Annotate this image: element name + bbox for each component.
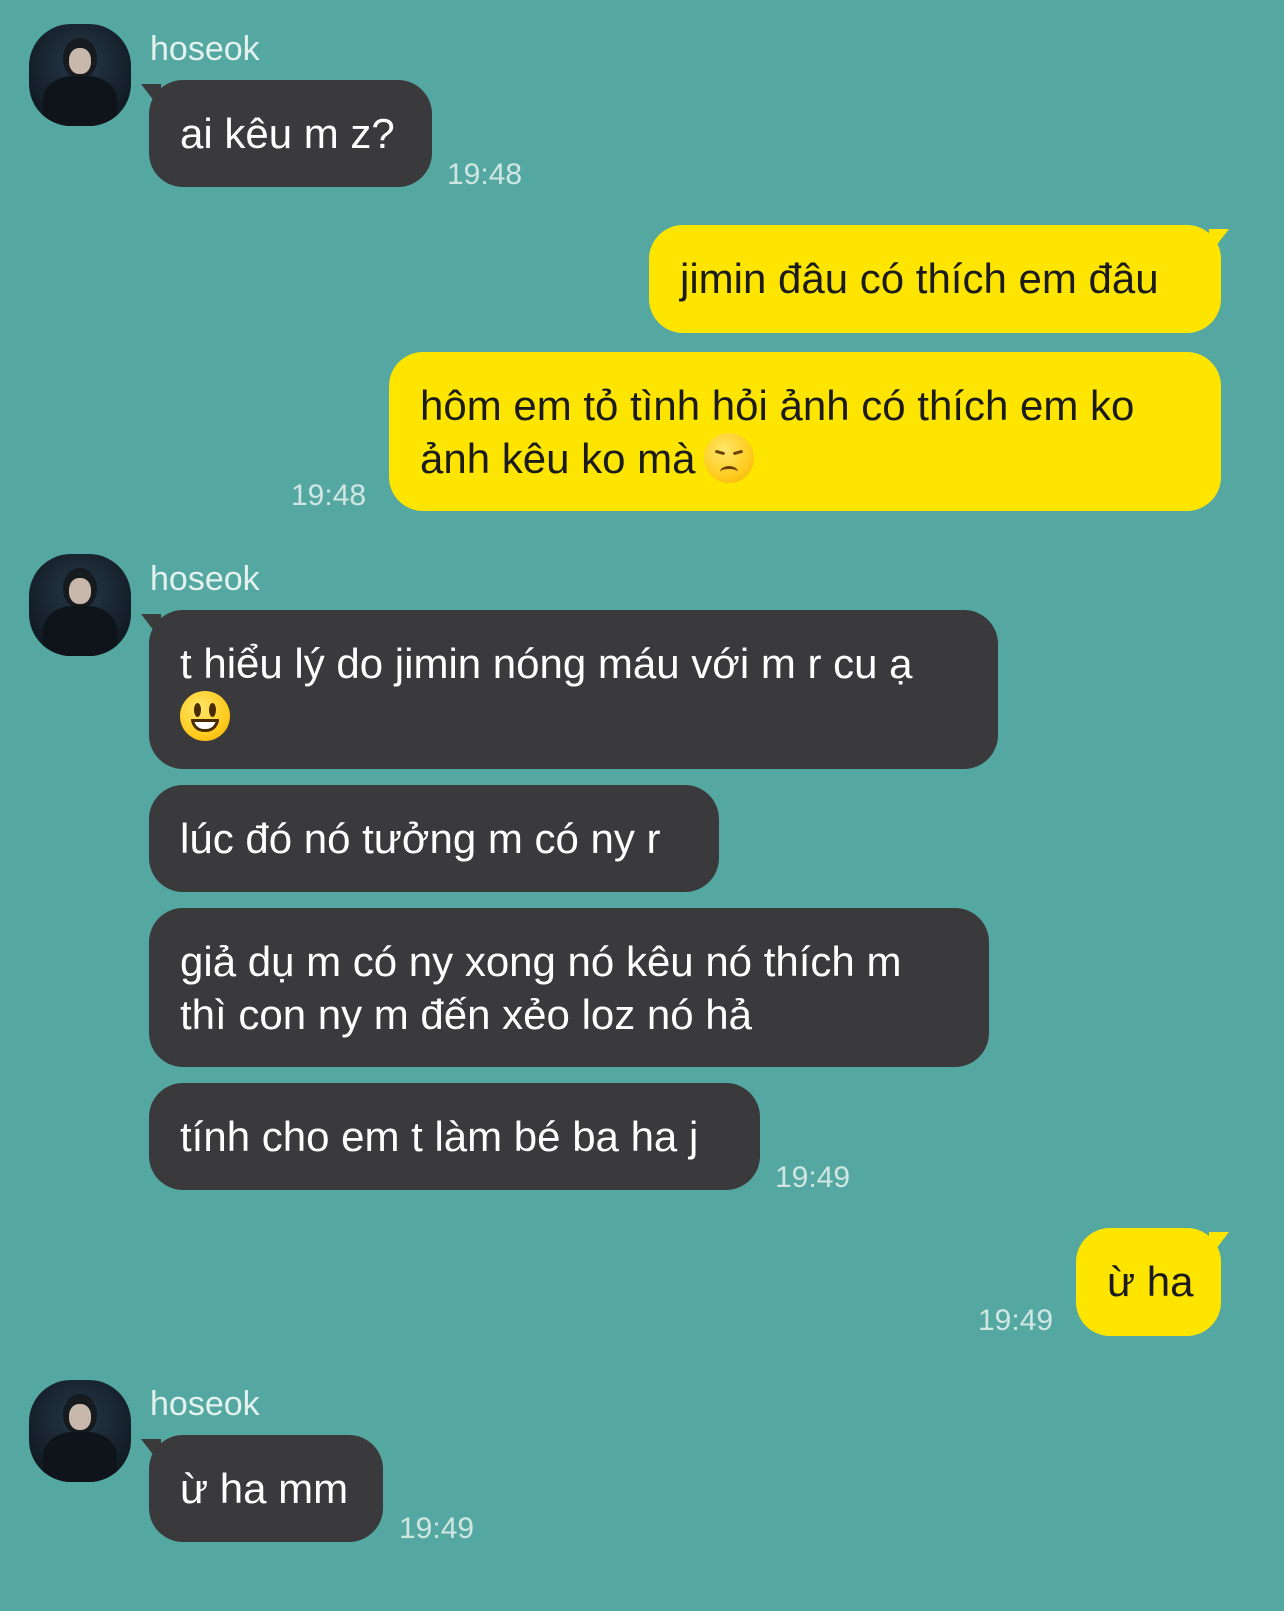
sender-name: hoseok — [150, 1385, 260, 1423]
sender-name: hoseok — [150, 30, 260, 68]
message-text: ừ ha mm — [180, 1465, 349, 1512]
message-bubble[interactable]: t hiểu lý do jimin nóng máu với m r cu ạ — [149, 610, 998, 769]
message-text: jimin đâu có thích em đâu — [680, 255, 1159, 302]
message-bubble[interactable]: ừ ha mm — [149, 1435, 383, 1542]
avatar[interactable] — [29, 554, 131, 656]
message-timestamp: 19:49 — [775, 1161, 851, 1194]
message-bubble[interactable]: ừ ha — [1076, 1228, 1221, 1336]
message-text: thì con ny m đến xẻo loz nó hả — [180, 991, 753, 1038]
avatar[interactable] — [29, 24, 131, 126]
message-bubble[interactable]: hôm em tỏ tình hỏi ảnh có thích em ko ản… — [389, 352, 1221, 511]
message-text: giả dụ m có ny xong nó kêu nó thích m — [180, 938, 902, 985]
message-bubble[interactable]: jimin đâu có thích em đâu — [649, 225, 1221, 333]
message-timestamp: 19:49 — [978, 1304, 1054, 1337]
smiley-face-icon — [180, 691, 230, 741]
message-bubble[interactable]: ai kêu m z? — [149, 80, 432, 187]
message-text: ảnh kêu ko mà — [420, 435, 696, 482]
message-timestamp: 19:49 — [399, 1512, 475, 1545]
message-text: ừ ha — [1107, 1258, 1194, 1305]
message-text: tính cho em t làm bé ba ha j — [180, 1113, 699, 1160]
message-bubble[interactable]: lúc đó nó tưởng m có ny r — [149, 785, 719, 892]
message-bubble[interactable]: giả dụ m có ny xong nó kêu nó thích m th… — [149, 908, 989, 1067]
avatar[interactable] — [29, 1380, 131, 1482]
message-timestamp: 19:48 — [291, 479, 367, 512]
disappointed-face-icon — [703, 433, 754, 483]
message-text: lúc đó nó tưởng m có ny r — [180, 815, 661, 862]
message-text: t hiểu lý do jimin nóng máu với m r cu ạ — [180, 640, 913, 687]
sender-name: hoseok — [150, 560, 260, 598]
message-timestamp: 19:48 — [447, 158, 523, 191]
message-bubble[interactable]: tính cho em t làm bé ba ha j — [149, 1083, 760, 1190]
message-text: ai kêu m z? — [180, 110, 395, 157]
message-text: hôm em tỏ tình hỏi ảnh có thích em ko — [420, 382, 1135, 429]
